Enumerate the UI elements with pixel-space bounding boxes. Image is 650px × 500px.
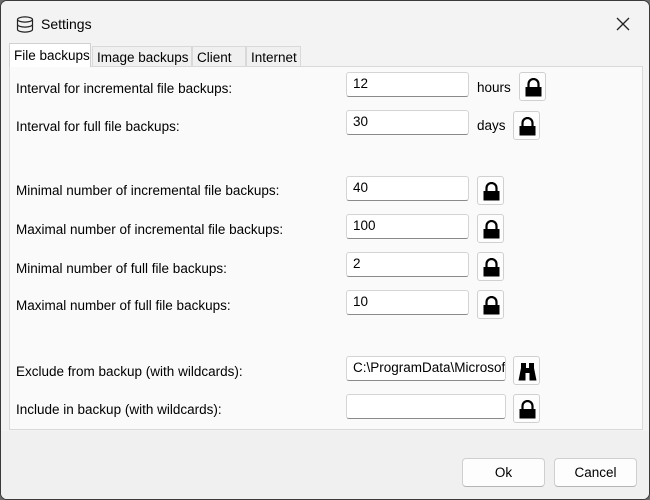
incr-interval-input[interactable]: 12	[346, 72, 469, 97]
min-incr-lock-button[interactable]	[477, 176, 504, 205]
lock-icon	[483, 258, 500, 277]
title-bar: Settings	[1, 1, 649, 41]
incr-interval-unit: hours	[477, 80, 511, 95]
full-interval-unit: days	[477, 118, 506, 133]
lock-icon	[525, 78, 542, 97]
include-lock-button[interactable]	[513, 394, 540, 423]
max-incr-input[interactable]: 100	[346, 214, 469, 239]
min-incr-label: Minimal number of incremental file backu…	[16, 183, 280, 198]
max-incr-label: Maximal number of incremental file backu…	[16, 222, 284, 237]
incr-interval-lock-button[interactable]	[519, 72, 546, 101]
include-label: Include in backup (with wildcards):	[16, 402, 222, 417]
tab-image-backups[interactable]: Image backups	[92, 46, 192, 67]
close-icon	[616, 17, 630, 31]
min-full-lock-button[interactable]	[477, 252, 504, 281]
lock-icon	[483, 182, 500, 201]
exclude-input[interactable]: C:\ProgramData\Microsoft	[346, 356, 506, 381]
min-incr-input[interactable]: 40	[346, 176, 469, 201]
close-button[interactable]	[605, 9, 641, 39]
database-icon	[16, 16, 34, 33]
tab-strip: File backups Image backups Client Intern…	[9, 43, 643, 67]
include-input[interactable]	[346, 394, 506, 419]
tab-file-backups[interactable]: File backups	[9, 43, 91, 67]
lock-icon	[519, 400, 536, 419]
min-full-input[interactable]: 2	[346, 252, 469, 277]
binoculars-icon	[518, 363, 537, 381]
ok-button[interactable]: Ok	[462, 458, 545, 487]
file-backups-panel: Interval for incremental file backups: 1…	[9, 66, 643, 430]
full-interval-label: Interval for full file backups:	[16, 119, 180, 134]
cancel-button[interactable]: Cancel	[554, 458, 637, 487]
dialog-footer: Ok Cancel	[1, 431, 649, 499]
settings-window: Settings File backups Image backups Clie…	[0, 0, 650, 500]
exclude-browse-button[interactable]	[513, 356, 540, 385]
min-full-label: Minimal number of full file backups:	[16, 261, 227, 276]
lock-icon	[483, 296, 500, 315]
max-incr-lock-button[interactable]	[477, 214, 504, 243]
max-full-input[interactable]: 10	[346, 290, 469, 315]
max-full-label: Maximal number of full file backups:	[16, 298, 231, 313]
incr-interval-label: Interval for incremental file backups:	[16, 81, 233, 96]
max-full-lock-button[interactable]	[477, 290, 504, 319]
full-interval-lock-button[interactable]	[513, 111, 540, 140]
full-interval-input[interactable]: 30	[346, 110, 469, 135]
lock-icon	[519, 117, 536, 136]
tab-internet[interactable]: Internet	[246, 46, 301, 67]
window-title: Settings	[41, 16, 92, 32]
tab-client[interactable]: Client	[192, 46, 246, 67]
lock-icon	[483, 220, 500, 239]
exclude-label: Exclude from backup (with wildcards):	[16, 364, 243, 379]
